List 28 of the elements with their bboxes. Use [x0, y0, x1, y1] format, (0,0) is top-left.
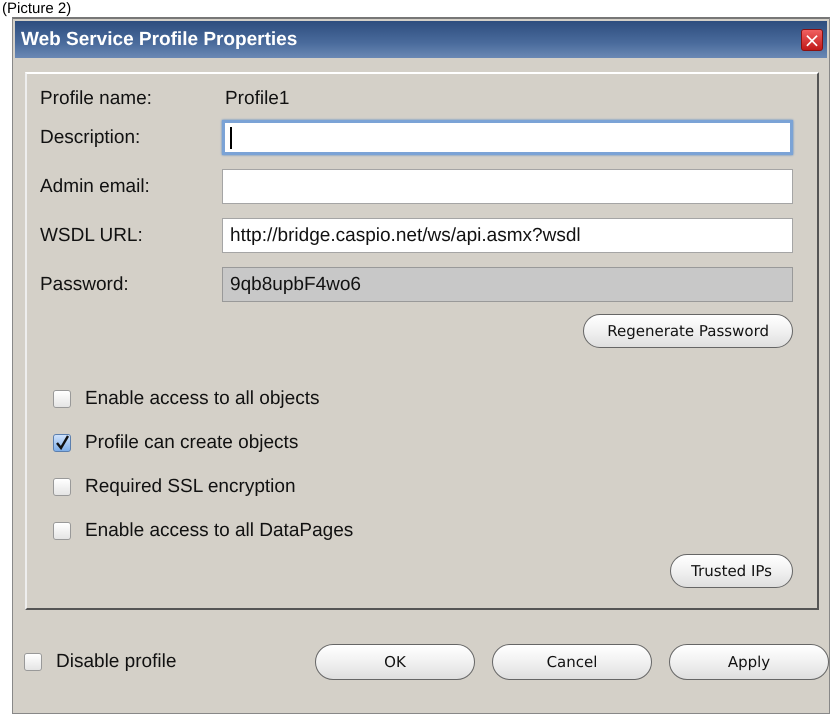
field-label: WSDL URL: — [40, 224, 144, 246]
field-label: Password: — [40, 274, 130, 296]
profile-name-value: Profile1 — [225, 88, 290, 110]
checkbox[interactable] — [24, 653, 42, 671]
input-field[interactable]: http://bridge.caspio.net/ws/api.asmx?wsdl — [222, 218, 793, 253]
checkbox-label: Enable access to all DataPages — [85, 520, 354, 542]
field-label: Profile name: — [40, 88, 153, 110]
checkbox[interactable] — [53, 522, 71, 540]
window-title: Web Service Profile Properties — [21, 28, 298, 50]
checkbox[interactable] — [53, 390, 71, 408]
dialog-button[interactable]: OK — [315, 644, 475, 680]
checkbox-label: Enable access to all objects — [85, 388, 320, 410]
dialog-button[interactable]: Apply — [669, 644, 829, 680]
field-label: Description: — [40, 126, 142, 148]
trusted-ips-button[interactable]: Trusted IPs — [670, 554, 793, 588]
checkbox-label: Required SSL encryption — [85, 476, 296, 498]
checkbox[interactable] — [53, 434, 71, 452]
input-field[interactable] — [222, 169, 793, 204]
checkbox-label: Profile can create objects — [85, 432, 298, 454]
readonly-field: 9qb8upbF4wo6 — [222, 267, 793, 302]
close-button[interactable]: × — [801, 28, 823, 50]
dialog-button[interactable]: Cancel — [492, 644, 652, 680]
caption-text: (Picture 2) — [2, 0, 72, 17]
checkbox[interactable] — [53, 478, 71, 496]
field-label: Admin email: — [40, 176, 151, 198]
checkbox-label: Disable profile — [56, 651, 176, 673]
regenerate-password-button[interactable]: Regenerate Password — [583, 314, 793, 348]
input-field[interactable] — [222, 120, 793, 155]
